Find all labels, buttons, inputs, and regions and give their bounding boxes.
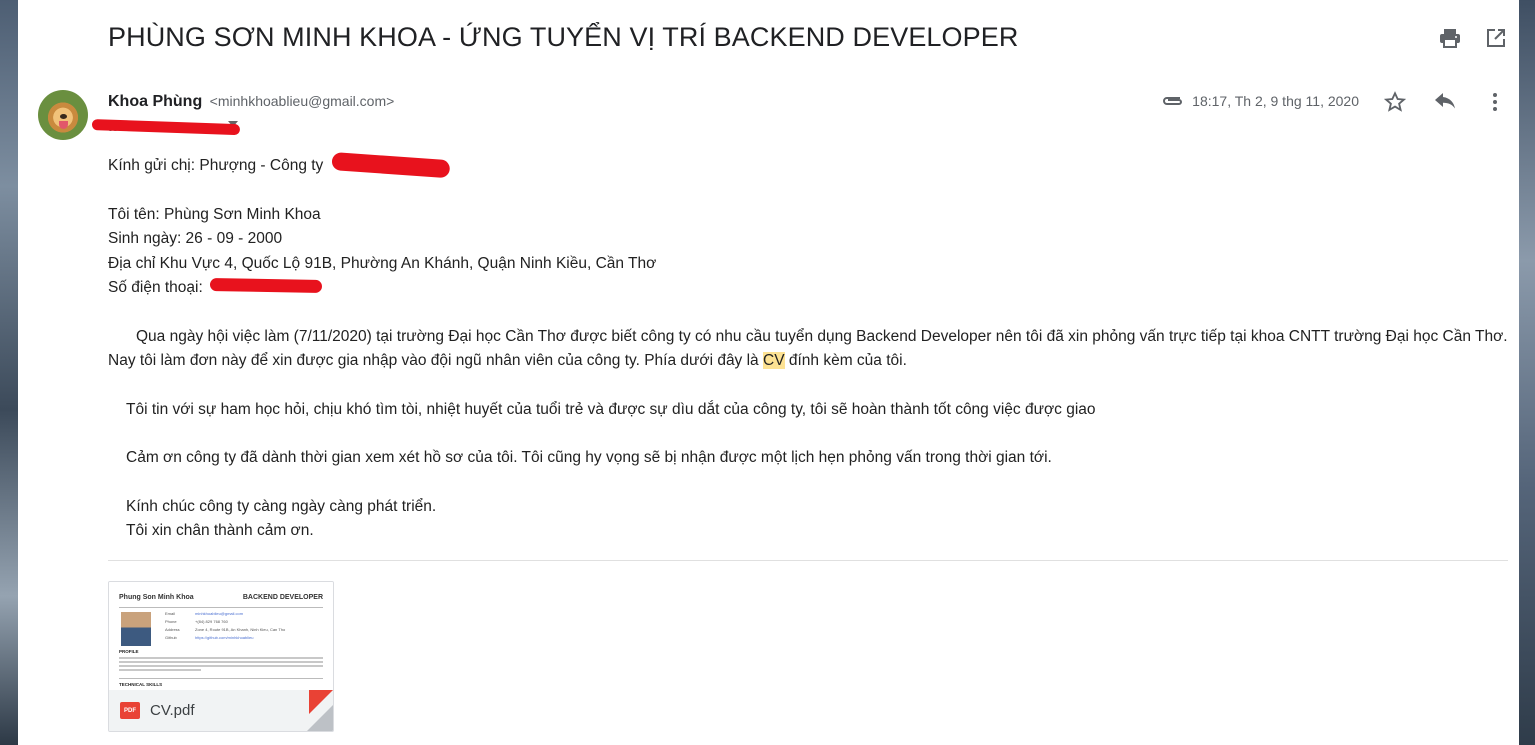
- attachment-cv-card[interactable]: Phung Son Minh Khoa BACKEND DEVELOPER Em…: [108, 581, 334, 732]
- closing-wish: Kính chúc công ty càng ngày càng phát tr…: [126, 497, 437, 515]
- cv-preview-name: Phung Son Minh Khoa: [119, 594, 194, 601]
- phone-label: Số điện thoại:: [108, 279, 203, 296]
- cv-skills-heading: TECHNICAL SKILLS: [119, 682, 163, 687]
- message-actions: [1383, 90, 1507, 114]
- cv-label-email: Email: [165, 611, 176, 616]
- sender-name[interactable]: Khoa Phùng: [108, 93, 202, 110]
- background-edge-right: [1519, 0, 1535, 745]
- background-edge-left: [0, 0, 18, 745]
- cv-preview-role: BACKEND DEVELOPER: [242, 594, 323, 601]
- pdf-corner-icon: [309, 690, 333, 714]
- cv-profile-heading: PROFILE: [119, 649, 139, 654]
- attachments-divider: [108, 560, 1508, 561]
- attachment-filename[interactable]: CV.pdf: [150, 702, 194, 719]
- address-line: Địa chỉ Khu Vực 4, Quốc Lộ 91B, Phường A…: [108, 254, 657, 272]
- sender-line: Khoa Phùng <minhkhoablieu@gmail.com>: [108, 93, 394, 111]
- subject-toolbar: [1439, 27, 1507, 49]
- name-line: Tôi tên: Phùng Sơn Minh Khoa: [108, 205, 321, 223]
- dob-line: Sinh ngày: 26 - 09 - 2000: [108, 230, 283, 247]
- avatar-tongue: [59, 121, 68, 129]
- pdf-file-icon: PDF: [120, 702, 140, 719]
- paragraph-commitment: Tôi tin với sự ham học hỏi, chịu khó tìm…: [126, 400, 1096, 418]
- attachment-preview[interactable]: Phung Son Minh Khoa BACKEND DEVELOPER Em…: [109, 582, 333, 690]
- avatar[interactable]: [38, 90, 88, 140]
- star-icon[interactable]: [1383, 90, 1407, 114]
- cv-value-github: https://github.com/minhkhoablieu: [195, 635, 254, 640]
- avatar-nose: [60, 114, 67, 119]
- cv-label-phone: Phone: [165, 619, 177, 624]
- cv-value-email: minhkhoablieu@gmail.com: [195, 611, 244, 616]
- paragraph-intro-end: đính kèm của tôi.: [784, 352, 907, 369]
- cv-value-address: Zone 4, Route 91B, An Khanh, Ninh Kieu, …: [195, 627, 286, 632]
- email-body: Kính gửi chị: Phượng - Công ty Tôi tên: …: [108, 154, 1508, 544]
- paragraph-thanks: Cảm ơn công ty đã dành thời gian xem xét…: [126, 449, 1052, 466]
- cv-value-phone: +(84) 829 768 760: [195, 619, 228, 624]
- cv-preview-rule: [119, 607, 323, 608]
- more-vertical-icon[interactable]: [1483, 90, 1507, 114]
- email-subject: PHÙNG SƠN MINH KHOA - ỨNG TUYỂN VỊ TRÍ B…: [108, 22, 1019, 52]
- paperclip-icon: [1160, 93, 1184, 109]
- cv-preview-photo: [121, 612, 151, 646]
- email-meta: 18:17, Th 2, 9 thg 11, 2020: [1160, 93, 1359, 109]
- cv-preview-rule-2: [119, 678, 323, 679]
- paragraph-intro: Qua ngày hội việc làm (7/11/2020) tại tr…: [108, 325, 1508, 374]
- cv-label-github: Github: [165, 635, 177, 640]
- cv-label-address: Address: [165, 627, 180, 632]
- closing-thanks: Tôi xin chân thành cảm ơn.: [126, 522, 314, 539]
- redaction-phone: [209, 278, 323, 293]
- cv-highlight: CV: [763, 352, 785, 369]
- printer-icon[interactable]: [1439, 27, 1461, 49]
- greeting-line: Kính gửi chị: Phượng - Công ty: [108, 157, 324, 174]
- open-in-new-icon[interactable]: [1485, 27, 1507, 49]
- attachment-footer[interactable]: PDF CV.pdf: [109, 690, 333, 731]
- cv-profile-text: [119, 657, 323, 673]
- email-timestamp: 18:17, Th 2, 9 thg 11, 2020: [1192, 93, 1359, 109]
- sender-email: <minhkhoablieu@gmail.com>: [209, 93, 395, 109]
- reply-icon[interactable]: [1433, 90, 1457, 114]
